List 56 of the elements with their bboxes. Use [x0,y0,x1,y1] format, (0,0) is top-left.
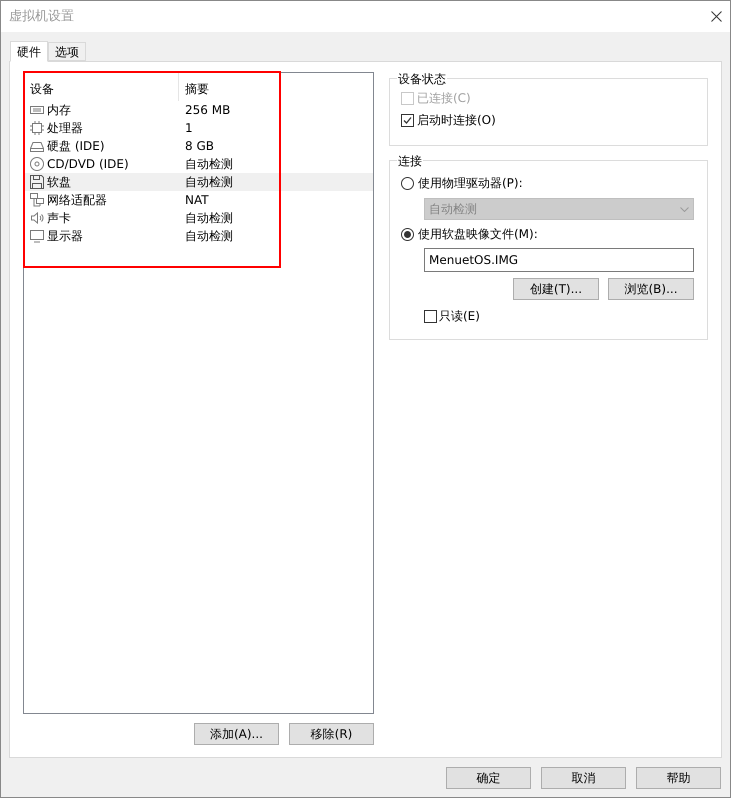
device-summary: NAT [184,192,209,209]
radio-label: 使用软盘映像文件(M): [418,226,538,243]
device-row[interactable]: 声卡 自动检测 [24,209,373,227]
window-title: 虚拟机设置 [9,8,74,26]
device-name: 处理器 [47,120,83,137]
radio-button[interactable] [401,228,414,240]
group-title: 设备状态 [397,70,447,88]
device-summary: 自动检测 [184,228,233,245]
floppy-icon [29,174,45,190]
checkbox-label: 只读(E) [439,308,480,325]
checkbox-label: 已连接(C) [417,90,471,107]
image-path-field[interactable]: MenuetOS.IMG [424,248,694,272]
device-summary: 自动检测 [184,156,233,173]
device-summary: 1 [184,120,193,137]
device-row[interactable]: 显示器 自动检测 [24,227,373,245]
device-row[interactable]: 软盘 自动检测 [24,173,373,191]
group-title: 连接 [397,152,423,170]
dialog-button[interactable]: 确定 [446,767,531,789]
radio-label: 使用物理驱动器(P): [418,175,523,192]
list-button[interactable]: 移除(R) [289,723,374,745]
dialog-button[interactable]: 帮助 [636,767,721,789]
device-summary: 自动检测 [184,210,233,227]
device-name: 内存 [47,102,71,119]
chevron-down-icon [680,206,689,212]
radio-button[interactable] [401,176,414,190]
image-button[interactable]: 创建(T)... [513,278,599,300]
device-name: 显示器 [47,228,83,245]
device-row[interactable]: 硬盘 (IDE) 8 GB [24,137,373,155]
tab[interactable]: 选项 [48,42,86,61]
device-name: 软盘 [47,174,71,191]
image-button[interactable]: 浏览(B)... [608,278,694,300]
chip-icon [29,120,45,136]
device-summary: 8 GB [184,138,214,155]
device-name: 声卡 [47,210,71,227]
device-row[interactable]: 内存 256 MB [24,101,373,119]
close-icon[interactable] [711,11,722,22]
device-name: CD/DVD (IDE) [47,156,129,173]
network-icon [29,192,45,208]
device-row[interactable]: 处理器 1 [24,119,373,137]
speaker-icon [29,210,45,226]
device-row[interactable]: CD/DVD (IDE) 自动检测 [24,155,373,173]
column-header[interactable]: 摘要 [179,73,373,101]
device-name: 网络适配器 [47,192,107,209]
disc-icon [29,156,45,172]
column-header[interactable]: 设备 [24,73,179,101]
tab[interactable]: 硬件 [10,41,48,62]
list-button[interactable]: 添加(A)... [194,723,279,745]
device-name: 硬盘 (IDE) [47,138,105,155]
checkbox[interactable] [424,310,437,322]
dialog-button[interactable]: 取消 [541,767,626,789]
monitor-icon [29,228,45,244]
device-summary: 256 MB [184,102,230,119]
checkbox[interactable] [401,114,414,126]
checkbox-label: 启动时连接(O) [417,112,496,129]
device-row[interactable]: 网络适配器 NAT [24,191,373,209]
device-summary: 自动检测 [184,174,233,191]
